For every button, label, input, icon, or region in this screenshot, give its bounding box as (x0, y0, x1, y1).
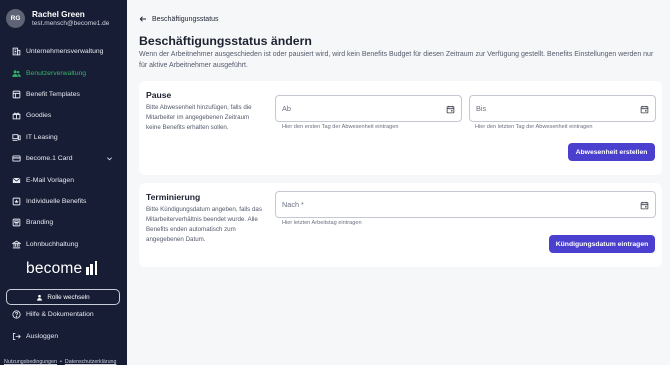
template-icon (12, 90, 21, 99)
legal-links: Nutzungsbedingungen • Datenschutzerklärung (4, 359, 116, 365)
avatar: RG (6, 9, 25, 28)
arrow-left-icon (139, 16, 146, 22)
termination-date-input[interactable]: Nach * (275, 191, 656, 218)
chevron-down-icon[interactable] (106, 155, 113, 162)
sidebar-item-individuelle-benefits[interactable]: Individuelle Benefits (0, 191, 127, 212)
sidebar-item-label: become.1 Card (26, 155, 73, 163)
pause-description: Bitte Abwesenheit hinzufügen, falls die … (146, 104, 252, 131)
sidebar-item-it-leasing[interactable]: IT Leasing (0, 127, 127, 148)
help-label: Hilfe & Dokumentation (26, 311, 94, 318)
sidebar-item-lohnbuchhaltung[interactable]: Lohnbuchhaltung (0, 234, 127, 255)
bank-icon (12, 240, 21, 249)
logout-link[interactable]: Ausloggen (12, 332, 58, 341)
calendar-icon[interactable] (446, 105, 455, 114)
terms-link[interactable]: Nutzungsbedingungen (4, 359, 57, 365)
brand-logo: become (26, 260, 98, 277)
create-absence-button[interactable]: Abwesenheit erstellen (568, 143, 655, 161)
back-label: Beschäftigungsstatus (152, 15, 219, 23)
help-icon (12, 310, 21, 319)
sidebar-nav: Unternehmensverwaltung Benutzerverwaltun… (0, 41, 127, 255)
help-documentation-link[interactable]: Hilfe & Dokumentation (12, 310, 94, 319)
switch-role-button[interactable]: Rolle wechseln (6, 289, 120, 305)
termination-date-helper: Hier letzten Arbeitstag eintragen (282, 220, 362, 226)
sidebar-item-label: Unternehmensverwaltung (26, 48, 104, 56)
sidebar-item-label: Branding (26, 219, 54, 227)
sidebar-item-goodies[interactable]: Goodies (0, 105, 127, 126)
sidebar-item-benefit-templates[interactable]: Benefit Templates (0, 84, 127, 105)
logout-label: Ausloggen (26, 333, 59, 340)
pause-card: Pause Bitte Abwesenheit hinzufügen, fall… (139, 81, 662, 175)
absence-start-placeholder: Ab (282, 104, 291, 113)
sidebar-item-label: Benefit Templates (26, 90, 80, 98)
sidebar-item-label: Benutzerverwaltung (26, 69, 87, 77)
sidebar-item-label: Individuelle Benefits (26, 197, 87, 205)
enter-termination-date-button[interactable]: Kündigungsdatum eintragen (549, 235, 655, 253)
user-icon (37, 294, 43, 301)
page-title: Beschäftigungsstatus ändern (139, 34, 312, 48)
absence-end-date-input[interactable]: Bis (469, 95, 656, 122)
user-profile[interactable]: RG Rachel Green test.mensch@become1.de (6, 9, 109, 28)
sidebar-item-label: IT Leasing (26, 133, 58, 141)
sidebar-item-label: Lohnbuchhaltung (26, 240, 79, 248)
star-icon (12, 197, 21, 206)
users-icon (12, 69, 21, 78)
calendar-icon[interactable] (640, 105, 649, 114)
building-icon (12, 47, 21, 56)
sidebar-item-label: E-Mail Vorlagen (26, 176, 74, 184)
page-description: Wenn der Arbeitnehmer ausgeschieden ist … (139, 51, 654, 69)
mail-icon (12, 176, 21, 185)
termination-description: Bitte Kündigungsdatum angeben, falls das… (146, 206, 262, 243)
legal-separator: • (60, 359, 62, 365)
sidebar-item-branding[interactable]: Branding (0, 212, 127, 233)
calendar-icon[interactable] (640, 201, 649, 210)
privacy-link[interactable]: Datenschutzerklärung (65, 359, 117, 365)
palette-icon (12, 218, 21, 227)
card-icon (12, 154, 21, 163)
sidebar-item-benutzerverwaltung[interactable]: Benutzerverwaltung (0, 62, 127, 83)
termination-title: Terminierung (146, 192, 201, 202)
brand-wordmark: become (26, 260, 83, 277)
absence-end-placeholder: Bis (476, 104, 487, 113)
brand-bars-icon (84, 261, 98, 275)
absence-start-helper: Hier den ersten Tag der Abwesenheit eint… (282, 124, 399, 130)
absence-start-date-input[interactable]: Ab (275, 95, 462, 122)
back-link[interactable]: Beschäftigungsstatus (139, 15, 219, 23)
switch-role-label: Rolle wechseln (47, 293, 90, 301)
termination-date-placeholder: Nach * (282, 200, 304, 209)
termination-card: Terminierung Bitte Kündigungsdatum angeb… (139, 183, 662, 267)
sidebar-item-label: Goodies (26, 112, 52, 120)
sidebar: RG Rachel Green test.mensch@become1.de U… (0, 0, 127, 365)
sidebar-item-become1-card[interactable]: become.1 Card (0, 148, 127, 169)
sidebar-item-unternehmensverwaltung[interactable]: Unternehmensverwaltung (0, 41, 127, 62)
sidebar-item-email-vorlagen[interactable]: E-Mail Vorlagen (0, 169, 127, 190)
logout-icon (12, 332, 21, 341)
gift-icon (12, 111, 21, 120)
pause-title: Pause (146, 90, 172, 100)
absence-end-helper: Hier den letzten Tag der Abwesenheit ein… (475, 124, 593, 130)
user-email: test.mensch@become1.de (32, 19, 110, 27)
laptop-icon (12, 133, 21, 142)
user-name: Rachel Green (32, 9, 85, 19)
